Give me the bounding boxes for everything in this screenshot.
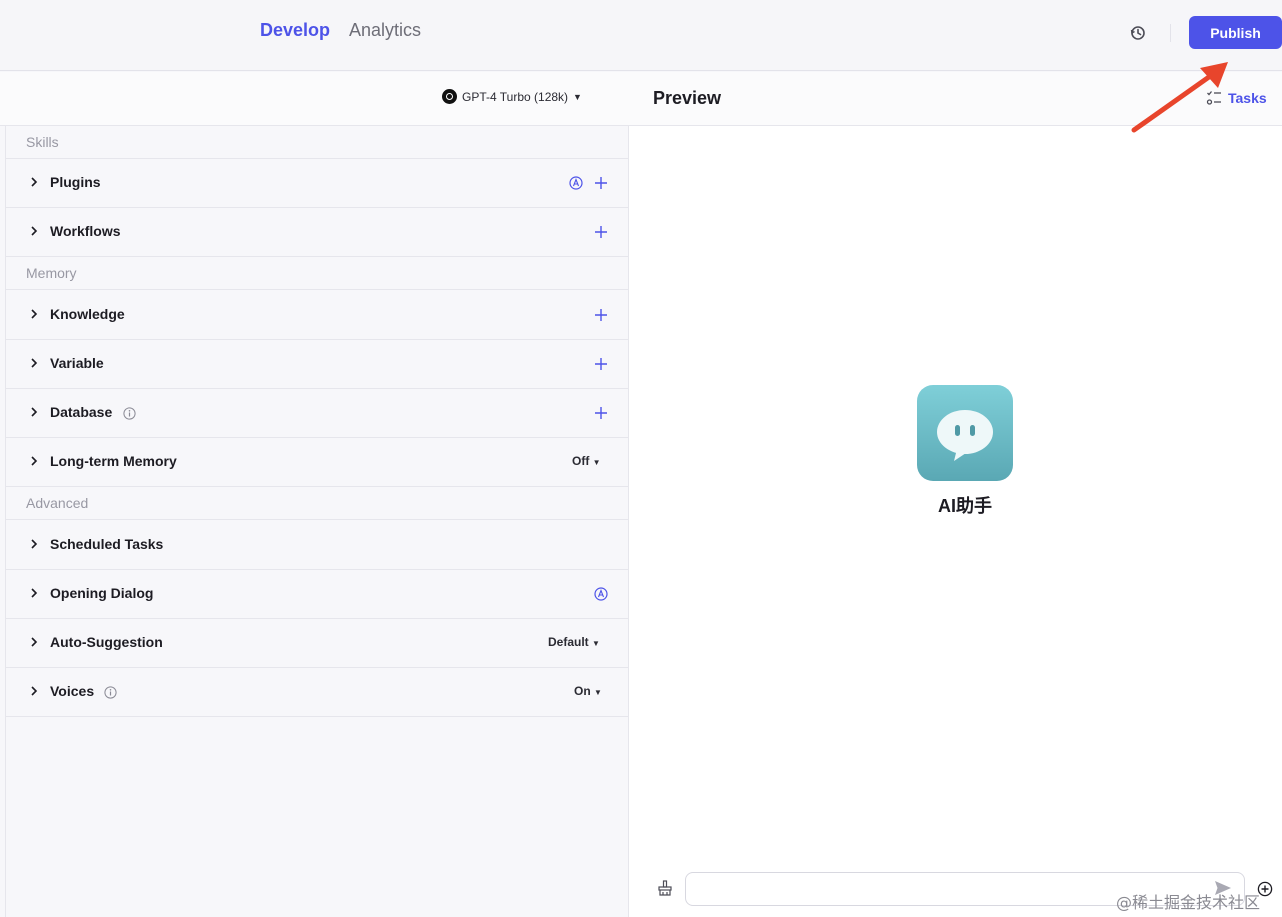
row-label: Database <box>50 404 113 420</box>
chat-bubble-icon <box>937 410 993 461</box>
watermark: @稀土掘金技术社区 <box>1116 893 1261 912</box>
publish-button[interactable]: Publish <box>1189 16 1282 49</box>
row-variable[interactable]: Variable <box>6 340 628 389</box>
row-label: Workflows <box>50 223 121 239</box>
clear-history-broom-icon[interactable] <box>657 880 673 896</box>
openai-logo-icon <box>442 89 457 104</box>
auto-mode-icon[interactable] <box>594 587 608 601</box>
row-opening-dialog[interactable]: Opening Dialog <box>6 570 628 619</box>
row-label: Opening Dialog <box>50 585 154 601</box>
row-label: Variable <box>50 355 104 371</box>
chevron-right-icon <box>31 407 38 417</box>
dropdown-value: Off <box>572 454 590 468</box>
config-header: GPT-4 Turbo (128k) ▼ <box>0 72 629 126</box>
row-auto-suggestion[interactable]: Auto-Suggestion Default ▼ <box>6 619 628 668</box>
info-icon[interactable] <box>123 407 136 420</box>
dropdown-value: On <box>574 684 591 698</box>
annotation-arrow-icon <box>1131 62 1228 133</box>
auto-suggestion-dropdown[interactable]: Default ▼ <box>548 635 600 649</box>
info-icon[interactable] <box>104 686 117 699</box>
chevron-right-icon <box>31 588 38 598</box>
add-workflow-icon[interactable] <box>594 225 608 239</box>
section-label-memory: Memory <box>6 257 628 290</box>
preview-panel <box>629 126 1282 917</box>
row-database[interactable]: Database <box>6 389 628 438</box>
preview-title: Preview <box>653 88 722 108</box>
row-label: Scheduled Tasks <box>50 536 164 552</box>
row-knowledge[interactable]: Knowledge <box>6 291 628 340</box>
config-panel: Skills Plugins Workflows Memory Knowledg… <box>5 126 629 917</box>
chevron-right-icon <box>31 226 38 236</box>
caret-down-icon: ▼ <box>592 458 601 467</box>
chevron-right-icon <box>31 637 38 647</box>
tab-develop[interactable]: Develop <box>260 20 330 41</box>
add-variable-icon[interactable] <box>594 357 608 371</box>
chevron-right-icon <box>31 309 38 319</box>
row-plugins[interactable]: Plugins <box>6 159 628 208</box>
long-term-memory-dropdown[interactable]: Off ▼ <box>572 454 601 468</box>
row-workflows[interactable]: Workflows <box>6 208 628 257</box>
dropdown-value: Default <box>548 635 589 649</box>
tab-analytics[interactable]: Analytics <box>349 20 421 41</box>
chevron-right-icon <box>31 686 38 696</box>
section-label-skills: Skills <box>6 126 628 159</box>
bot-avatar <box>917 385 1013 481</box>
chevron-right-icon <box>31 456 38 466</box>
row-voices[interactable]: Voices On ▼ <box>6 668 628 717</box>
chevron-right-icon <box>31 177 38 187</box>
history-clock-icon[interactable] <box>1129 24 1147 42</box>
voices-dropdown[interactable]: On ▼ <box>574 684 602 698</box>
add-knowledge-icon[interactable] <box>594 308 608 322</box>
add-database-icon[interactable] <box>594 406 608 420</box>
row-scheduled-tasks[interactable]: Scheduled Tasks <box>6 521 628 570</box>
auto-mode-icon[interactable] <box>569 176 583 190</box>
caret-down-icon: ▼ <box>592 639 600 648</box>
chevron-right-icon <box>31 358 38 368</box>
toolbar-divider <box>1170 24 1171 42</box>
chevron-right-icon <box>31 539 38 549</box>
row-label: Long-term Memory <box>50 453 177 469</box>
model-selector[interactable]: GPT-4 Turbo (128k) ▼ <box>442 89 582 104</box>
caret-down-icon: ▼ <box>594 688 602 697</box>
bot-name: AI助手 <box>938 496 992 516</box>
add-plugin-icon[interactable] <box>594 176 608 190</box>
top-bar: Develop Analytics Publish <box>0 0 1282 71</box>
row-label: Auto-Suggestion <box>50 634 163 650</box>
row-long-term-memory[interactable]: Long-term Memory Off ▼ <box>6 438 628 487</box>
section-label-advanced: Advanced <box>6 487 628 520</box>
caret-down-icon: ▼ <box>573 91 582 102</box>
row-label: Plugins <box>50 174 101 190</box>
model-label: GPT-4 Turbo (128k) <box>462 89 569 104</box>
row-label: Voices <box>50 683 95 699</box>
row-label: Knowledge <box>50 306 125 322</box>
